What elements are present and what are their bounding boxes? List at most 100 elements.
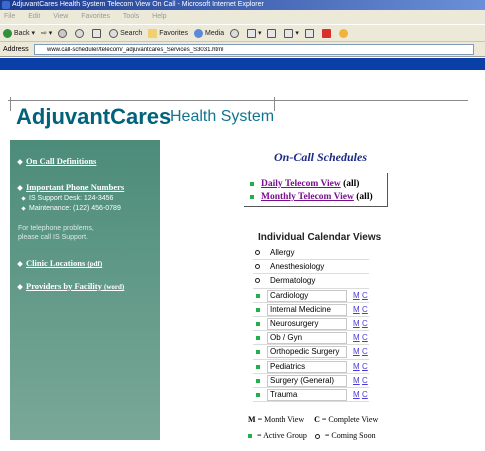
calendar-row: Cardiology M C: [253, 289, 369, 303]
legend-m-key: M: [248, 415, 256, 424]
research-button[interactable]: [321, 25, 333, 43]
coming-soon-icon: [255, 250, 260, 255]
sidebar-item-providers-by-facility[interactable]: Providers by Facility (word): [17, 281, 124, 291]
edit-button[interactable]: ▾: [284, 25, 299, 43]
department-name: Internal Medicine: [267, 303, 347, 316]
forward-button[interactable]: ⇨ ▾: [41, 25, 52, 43]
complete-view-link[interactable]: C: [362, 305, 368, 314]
diamond-bullet-icon: [17, 159, 23, 165]
complete-view-link[interactable]: C: [362, 362, 368, 371]
active-group-icon: [250, 194, 254, 199]
legend-row-status: = Active Group = Coming Soon: [248, 431, 378, 447]
home-button[interactable]: [92, 25, 103, 43]
menu-favorites[interactable]: Favorites: [81, 13, 110, 20]
menu-help[interactable]: Help: [152, 13, 166, 20]
department-name: Anesthesiology: [270, 262, 325, 272]
complete-view-link[interactable]: C: [362, 376, 368, 385]
active-group-icon: [256, 392, 260, 397]
month-view-link[interactable]: M: [353, 291, 360, 300]
legend-row-views: M = Month View C = Complete View: [248, 415, 378, 431]
calendar-row: Orthopedic Surgery M C: [253, 345, 369, 360]
brand-logo[interactable]: AdjuvantCares: [16, 104, 171, 130]
refresh-icon: [75, 28, 85, 38]
calendar-row: Allergy: [253, 246, 369, 261]
calendar-views-heading: Individual Calendar Views: [258, 232, 382, 243]
refresh-button[interactable]: [75, 25, 86, 43]
menu-file[interactable]: File: [4, 13, 15, 20]
internet-explorer-icon: [2, 1, 10, 9]
active-group-icon: [248, 434, 252, 439]
active-group-icon: [256, 364, 260, 369]
complete-view-link[interactable]: C: [362, 319, 368, 328]
legend-active-text: = Active Group: [257, 431, 307, 440]
window-title-bar: AdjuvantCares Health System Telecom View…: [0, 0, 485, 10]
home-icon: [92, 28, 102, 38]
calendar-row: Internal Medicine M C: [253, 303, 369, 317]
diamond-bullet-icon: [17, 261, 23, 267]
month-view-link[interactable]: M: [353, 362, 360, 371]
complete-view-link[interactable]: C: [362, 333, 368, 342]
daily-telecom-view-link[interactable]: Daily Telecom View: [261, 179, 341, 189]
active-group-icon: [256, 378, 260, 383]
month-view-link[interactable]: M: [353, 390, 360, 399]
calendar-row: Trauma M C: [253, 388, 369, 403]
print-button[interactable]: [267, 25, 278, 43]
department-name: Neurosurgery: [267, 317, 347, 330]
complete-view-link[interactable]: C: [362, 390, 368, 399]
messenger-button[interactable]: [338, 25, 350, 43]
menu-bar: File Edit View Favorites Tools Help: [0, 10, 485, 24]
telephone-problems-note-line2: please call IS Support.: [18, 234, 89, 241]
back-button[interactable]: Back ▾: [3, 25, 35, 43]
browser-toolbar: Back ▾ ⇨ ▾ Search Favorites Media ▾ ▾: [0, 24, 485, 42]
calendar-views-list: Allergy Anesthesiology Dermatology Cardi…: [253, 246, 369, 403]
calendar-row: Dermatology: [253, 274, 369, 289]
daily-telecom-row: Daily Telecom View (all): [250, 179, 359, 189]
active-group-icon: [256, 350, 260, 355]
sidebar-item-clinic-locations[interactable]: Clinic Locations (pdf): [17, 258, 102, 268]
month-view-link[interactable]: M: [353, 305, 360, 314]
complete-view-link[interactable]: C: [362, 347, 368, 356]
month-view-link[interactable]: M: [353, 347, 360, 356]
legend-c-text: = Complete View: [321, 415, 379, 424]
header-divider-right: [274, 97, 275, 111]
sidebar: On Call Definitions Important Phone Numb…: [10, 140, 160, 440]
month-view-link[interactable]: M: [353, 319, 360, 328]
menu-view[interactable]: View: [53, 13, 68, 20]
monthly-telecom-view-link[interactable]: Monthly Telecom View: [261, 192, 354, 202]
top-nav-bar: [0, 58, 485, 70]
telephone-problems-note-line1: For telephone problems,: [18, 225, 94, 232]
menu-edit[interactable]: Edit: [28, 13, 40, 20]
menu-tools[interactable]: Tools: [123, 13, 139, 20]
month-view-link[interactable]: M: [353, 333, 360, 342]
edit-icon: [284, 28, 294, 38]
bullet-icon: [21, 196, 26, 201]
legend-c-key: C: [314, 415, 320, 424]
department-name: Cardiology: [267, 289, 347, 302]
department-name: Surgery (General): [267, 374, 347, 387]
diamond-bullet-icon: [17, 284, 23, 290]
favorites-button[interactable]: Favorites: [148, 25, 188, 43]
search-button[interactable]: Search: [109, 25, 142, 43]
monthly-telecom-row: Monthly Telecom View (all): [250, 192, 373, 202]
research-icon: [321, 28, 331, 38]
department-name: Dermatology: [270, 276, 316, 286]
maintenance-number: Maintenance: (122) 456-0789: [21, 204, 121, 213]
department-name: Orthopedic Surgery: [267, 346, 347, 359]
calendar-row: Neurosurgery M C: [253, 317, 369, 332]
media-button[interactable]: Media: [194, 25, 224, 43]
back-arrow-icon: [3, 28, 12, 38]
discuss-button[interactable]: [304, 25, 316, 43]
address-input[interactable]: [34, 44, 474, 55]
active-group-icon: [256, 307, 260, 312]
complete-view-link[interactable]: C: [362, 291, 368, 300]
mail-button[interactable]: ▾: [247, 25, 262, 43]
department-name: Trauma: [267, 388, 347, 401]
active-group-icon: [256, 321, 260, 326]
diamond-bullet-icon: [17, 185, 23, 191]
history-button[interactable]: [230, 25, 241, 43]
sidebar-item-on-call-definitions[interactable]: On Call Definitions: [17, 156, 96, 166]
coming-soon-icon: [314, 433, 320, 439]
month-view-link[interactable]: M: [353, 376, 360, 385]
bullet-icon: [21, 206, 26, 211]
stop-button[interactable]: [58, 25, 69, 43]
